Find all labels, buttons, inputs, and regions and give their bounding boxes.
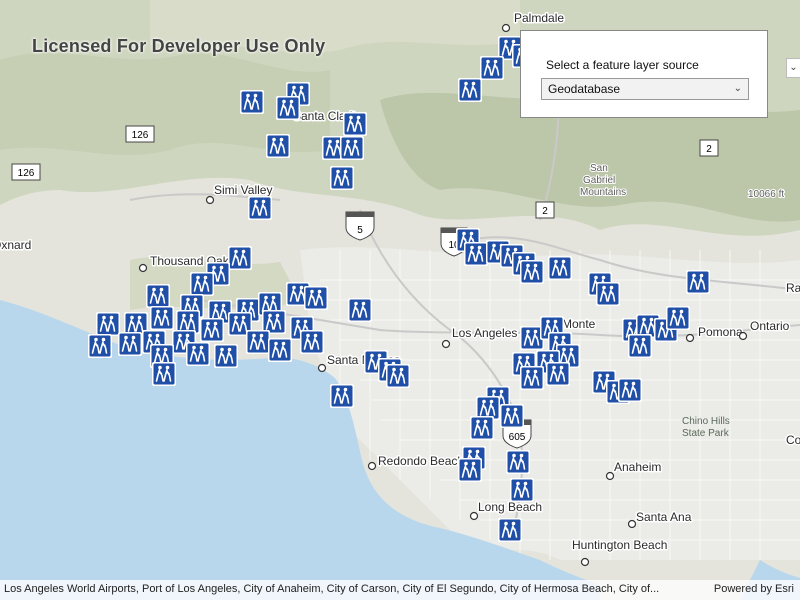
park-label: Chino Hills State Park <box>682 416 730 439</box>
city-label-palmdale: Palmdale <box>514 11 564 25</box>
chevron-down-icon: ⌄ <box>733 83 742 94</box>
peak-elevation-label: 10066 ft <box>748 189 784 200</box>
developer-license-watermark: Licensed For Developer Use Only <box>32 36 326 56</box>
highway-shield-126-b-label: 126 <box>18 168 35 179</box>
powered-by-esri[interactable]: Powered by Esri <box>714 583 794 595</box>
city-label-long-beach: Long Beach <box>478 500 542 514</box>
panel-scroll-button[interactable]: ⌄ <box>786 58 800 78</box>
city-label-santa-ana: Santa Ana <box>636 510 692 524</box>
attribution-sources[interactable]: Los Angeles World Airports, Port of Los … <box>4 583 659 595</box>
map-attribution-bar: Los Angeles World Airports, Port of Los … <box>0 580 800 600</box>
city-label-rancho-cucamonga: Rancho Cucamonga <box>786 281 800 295</box>
city-label-redondo-beach: Redondo Beach <box>378 454 464 468</box>
feature-layer-source-label: Select a feature layer source <box>546 58 699 72</box>
feature-layer-source-panel: Select a feature layer source Geodatabas… <box>520 30 768 118</box>
feature-layer-source-value: Geodatabase <box>548 82 621 96</box>
highway-shield-2-b-label: 2 <box>542 206 548 217</box>
interstate-shield-605-label: 605 <box>509 432 526 443</box>
city-label-huntington-beach: Huntington Beach <box>572 538 667 552</box>
city-label-oxnard: Oxnard <box>0 238 31 252</box>
city-label-pomona: Pomona <box>698 325 743 339</box>
city-label-simi-valley: Simi Valley <box>214 183 272 197</box>
highway-shield-126-a-label: 126 <box>132 130 149 141</box>
city-label-corona: Corona <box>786 433 800 447</box>
city-label-ontario: Ontario <box>750 319 790 333</box>
interstate-shield-5-label: 5 <box>357 225 363 236</box>
highway-shield-2-a-label: 2 <box>706 144 712 155</box>
city-label-anaheim: Anaheim <box>614 460 661 474</box>
city-label-los-angeles: Los Angeles <box>452 326 517 340</box>
feature-layer-source-select[interactable]: Geodatabase ⌄ <box>541 78 749 100</box>
